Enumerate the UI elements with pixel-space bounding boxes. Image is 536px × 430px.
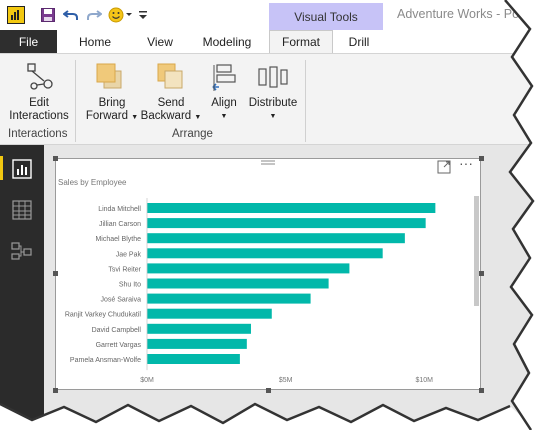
torn-edge-decoration bbox=[0, 0, 536, 430]
